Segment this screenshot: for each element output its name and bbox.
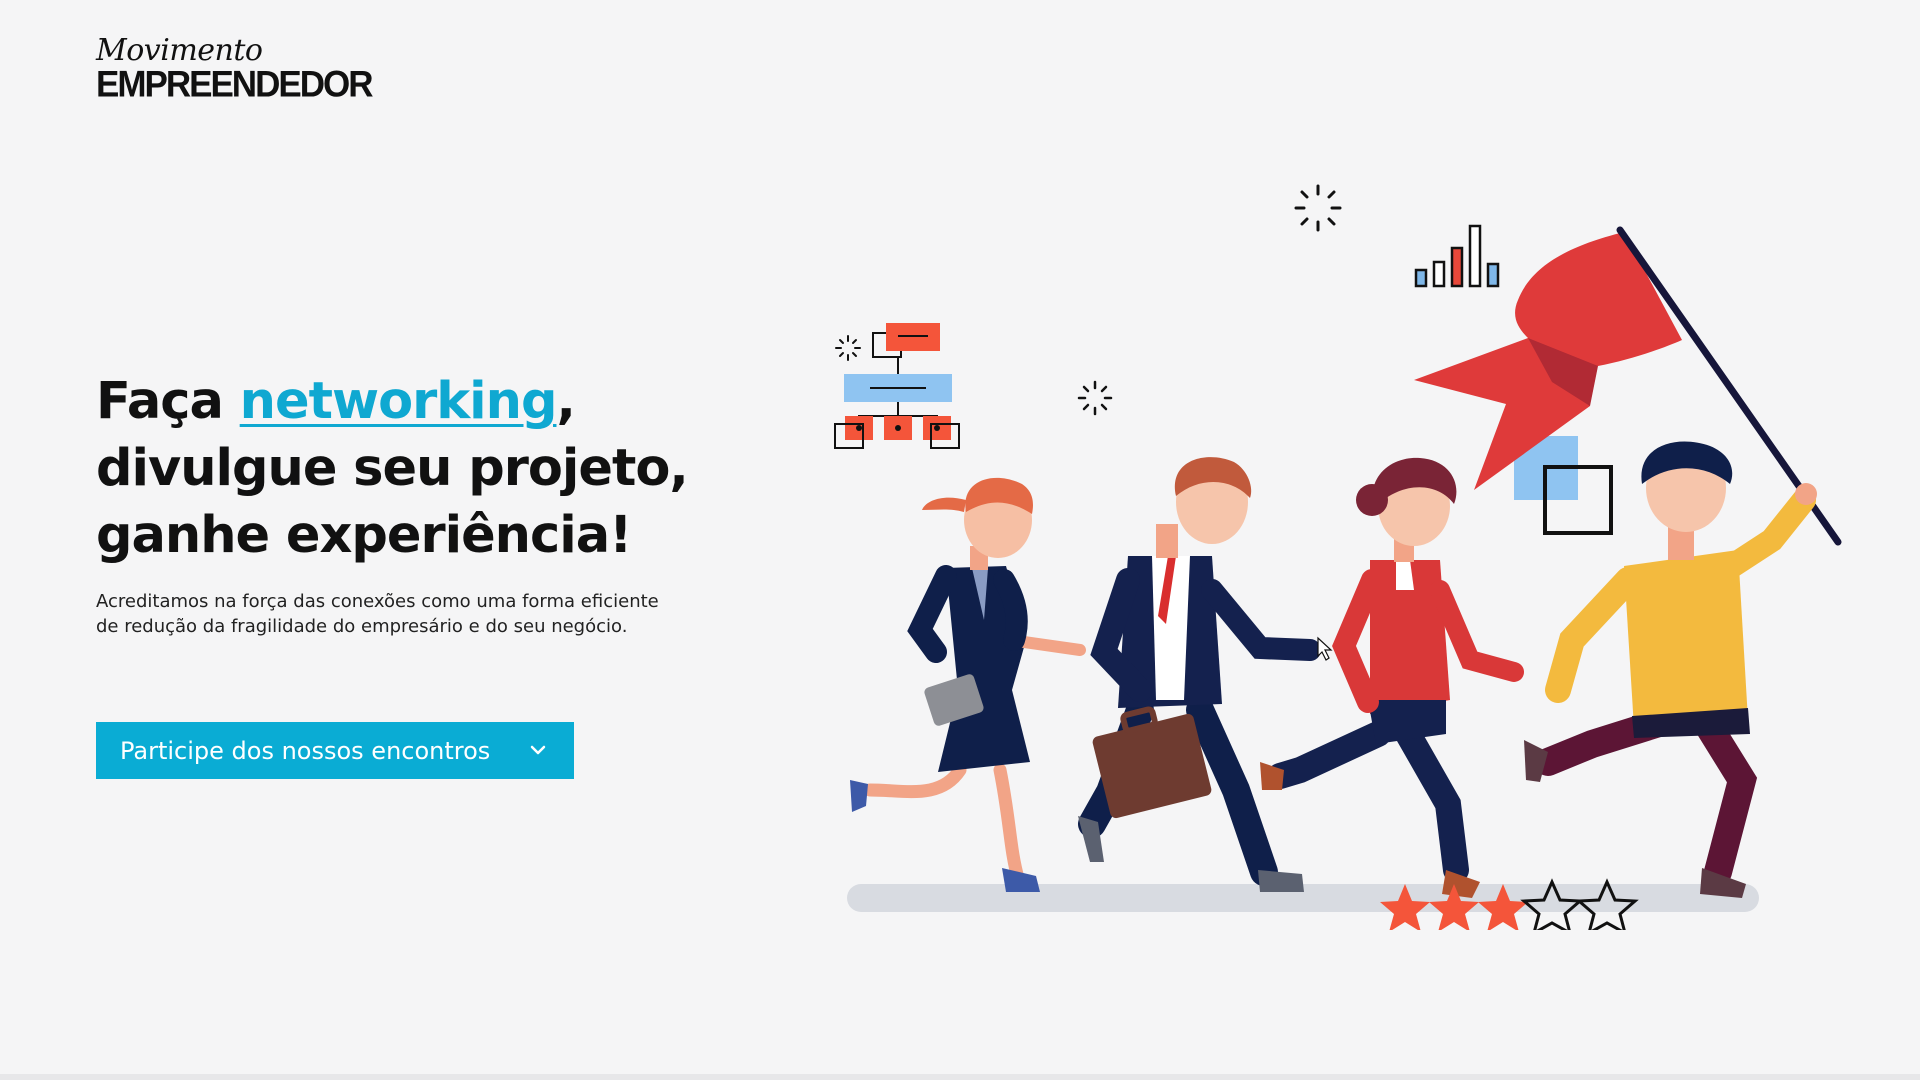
headline-part1: Faça [96, 372, 240, 431]
join-meetings-label: Participe dos nossos encontros [120, 736, 491, 765]
hero-section: Faça networking, divulgue seu projeto, g… [96, 368, 716, 639]
chevron-down-icon [530, 745, 546, 755]
brand-logo-script: Movimento [96, 33, 263, 68]
join-meetings-button[interactable]: Participe dos nossos encontros [96, 722, 574, 779]
sparkle-icon [1077, 380, 1113, 416]
headline-line3: ganhe experiência! [96, 506, 632, 565]
sparkle-icon [835, 335, 861, 361]
person-man-briefcase [1078, 457, 1321, 892]
person-man-flag [1524, 441, 1817, 898]
team-running-illustration [834, 184, 1842, 930]
bar-chart-icon [1414, 224, 1500, 288]
browser-status-bar [0, 1074, 1920, 1080]
brand-logo[interactable]: Movimento EMPREENDEDOR [96, 33, 373, 105]
headline-line2: divulgue seu projeto, [96, 439, 689, 498]
sparkle-icon [1294, 184, 1342, 232]
mouse-cursor-icon [1317, 636, 1333, 661]
hero-headline: Faça networking, divulgue seu projeto, g… [96, 368, 716, 569]
headline-highlight: networking [239, 372, 558, 431]
headline-part2: , [556, 372, 575, 431]
person-woman-red-shirt [1260, 457, 1524, 898]
hero-subtitle: Acreditamos na força das conexões como u… [96, 591, 659, 637]
landing-page: Movimento EMPREENDEDOR Faça networking, … [0, 0, 1920, 1080]
brand-logo-main: EMPREENDEDOR [96, 63, 373, 105]
person-woman-navy-dress [850, 477, 1086, 892]
